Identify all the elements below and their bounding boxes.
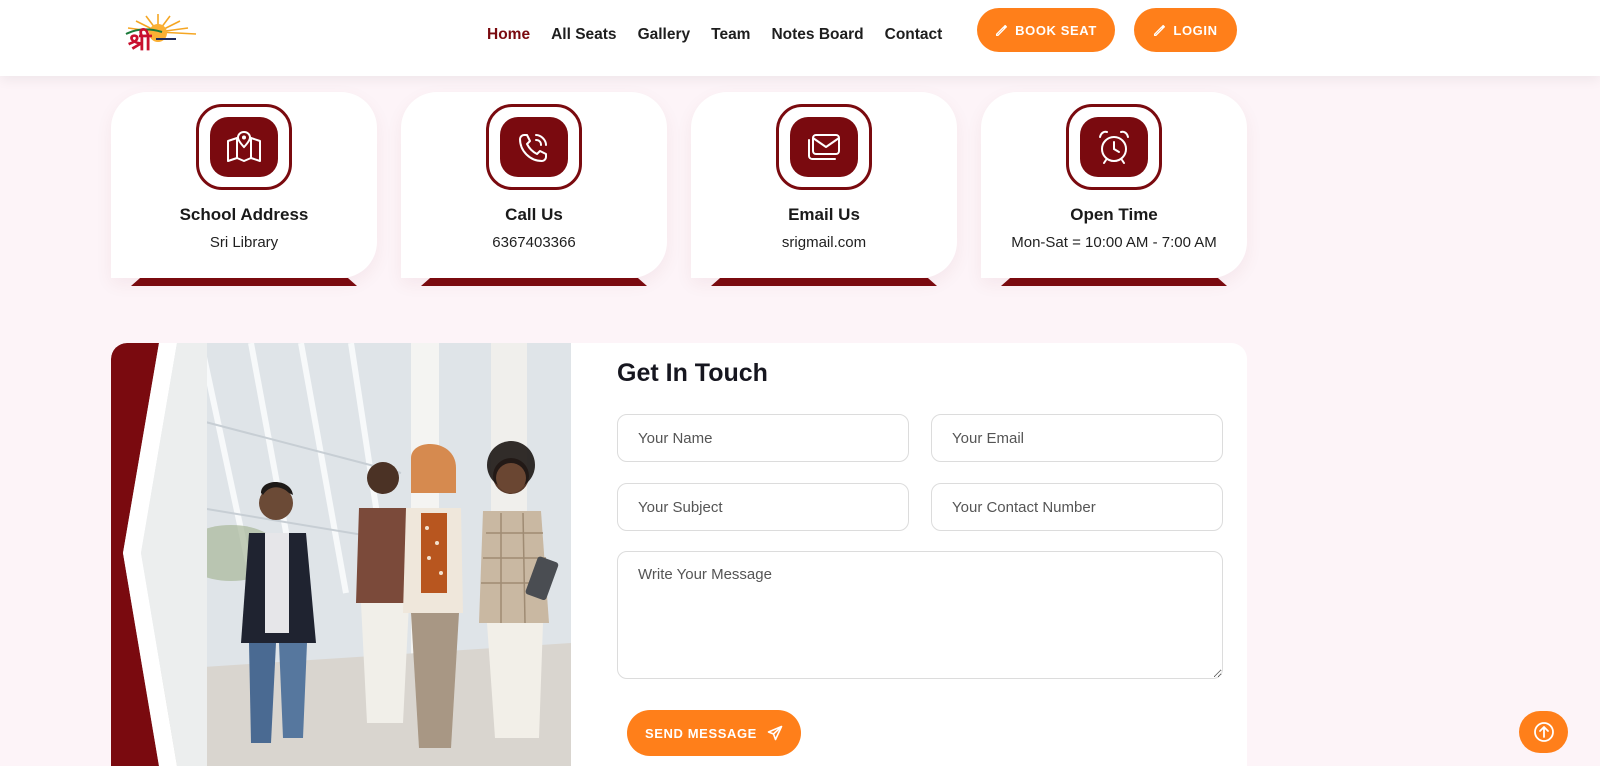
card-title: Call Us [505, 205, 563, 224]
message-textarea[interactable] [617, 551, 1223, 679]
alarm-clock-icon [1099, 130, 1129, 164]
card-title: Email Us [788, 205, 860, 224]
card-text: Sri Library [209, 234, 279, 251]
card-accent-bar [711, 278, 937, 286]
paper-plane-icon [767, 725, 783, 741]
name-input[interactable] [617, 414, 909, 462]
send-message-label: SEND MESSAGE [645, 725, 757, 741]
svg-text:श्री: श्री [128, 28, 152, 54]
nav-all-seats[interactable]: All Seats [551, 26, 616, 44]
nav-gallery[interactable]: Gallery [638, 26, 691, 44]
info-card-call: Call Us 6367403366 [401, 92, 667, 278]
info-card-email: Email Us srigmail.com [691, 92, 957, 278]
main-nav: Home All Seats Gallery Team Notes Board … [487, 26, 963, 44]
email-icon [808, 134, 840, 160]
site-logo[interactable]: श्री [112, 12, 204, 56]
icon-frame [1066, 104, 1162, 190]
nav-notes-board[interactable]: Notes Board [771, 26, 863, 44]
form-title: Get In Touch [617, 359, 768, 387]
login-label: LOGIN [1173, 22, 1218, 38]
book-seat-label: BOOK SEAT [1015, 22, 1097, 38]
card-accent-bar [131, 278, 357, 286]
info-card-open-time: Open Time Mon-Sat = 10:00 AM - 7:00 AM [981, 92, 1247, 278]
site-header: श्री Home All Seats Gallery Team Notes B… [0, 0, 1600, 76]
nav-team[interactable]: Team [711, 26, 750, 44]
info-card-address: School Address Sri Library [111, 92, 377, 278]
pencil-icon [996, 24, 1008, 36]
phone-icon [519, 134, 547, 162]
nav-contact[interactable]: Contact [885, 26, 943, 44]
students-photo [111, 343, 571, 766]
icon-frame [486, 104, 582, 190]
card-title: School Address [179, 205, 309, 224]
arrow-up-circle-icon [1533, 722, 1554, 742]
nav-home[interactable]: Home [487, 26, 530, 44]
login-button[interactable]: LOGIN [1134, 8, 1237, 52]
card-accent-bar [1001, 278, 1227, 286]
contact-number-input[interactable] [931, 483, 1223, 531]
icon-frame [776, 104, 872, 190]
send-message-button[interactable]: SEND MESSAGE [627, 710, 801, 756]
email-input[interactable] [931, 414, 1223, 462]
card-text[interactable]: 6367403366 [401, 234, 667, 251]
book-seat-button[interactable]: BOOK SEAT [977, 8, 1115, 52]
subject-input[interactable] [617, 483, 909, 531]
card-text: Mon-Sat = 10:00 AM - 7:00 AM [1011, 234, 1217, 251]
card-accent-bar [421, 278, 647, 286]
map-location-icon [227, 130, 261, 162]
card-title: Open Time [1070, 205, 1158, 224]
card-text[interactable]: srigmail.com [691, 234, 957, 251]
back-to-top-button[interactable] [1519, 711, 1568, 753]
pencil-icon [1154, 24, 1166, 36]
icon-frame [196, 104, 292, 190]
